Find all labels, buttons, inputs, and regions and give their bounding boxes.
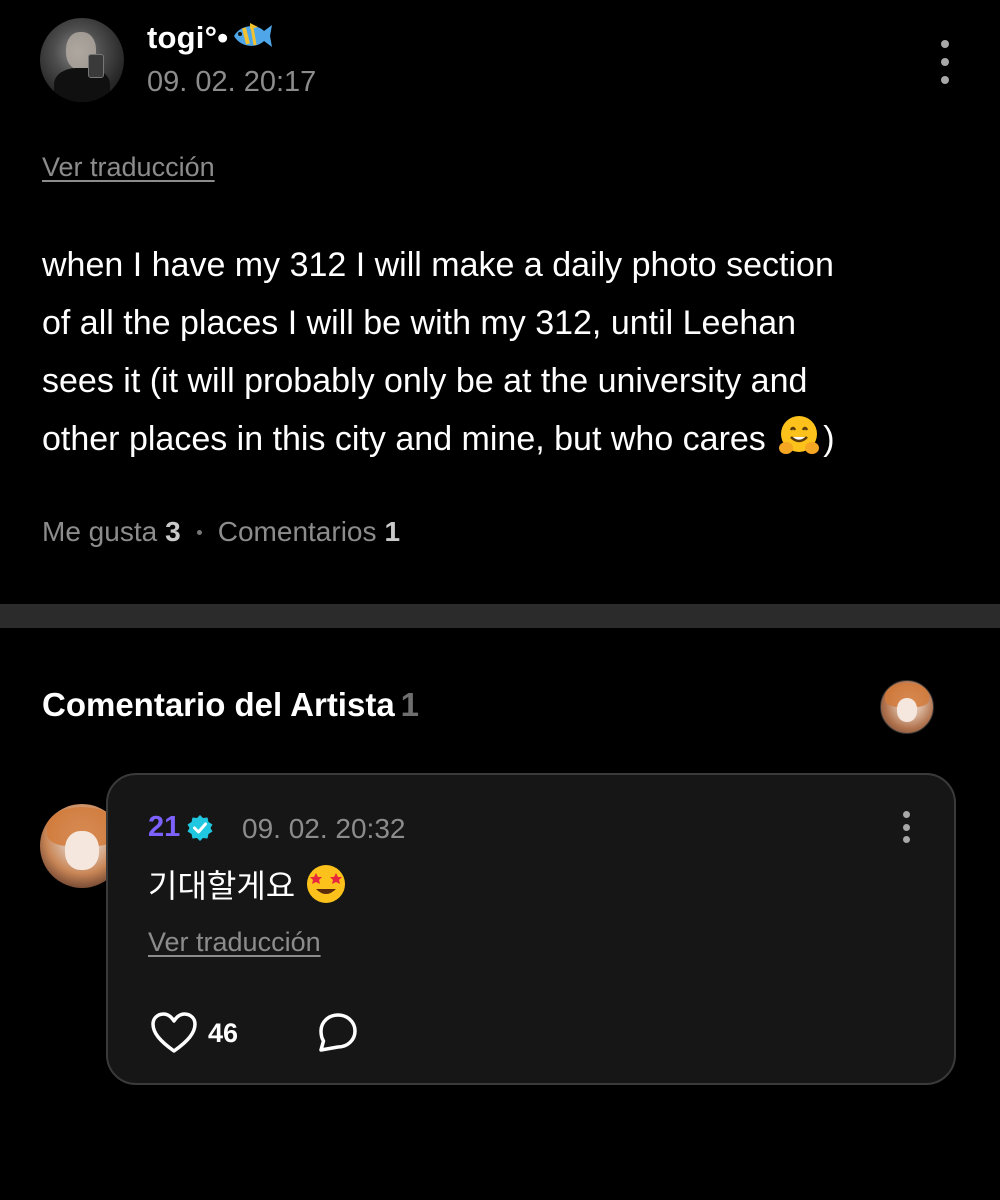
post-body-line: of all the places I will be with my 312,…: [42, 304, 797, 342]
avatar-face: [896, 697, 918, 722]
like-count: 46: [208, 1017, 239, 1048]
fan-post: togi°• 09. 02. 20:17 Ver traducción when…: [0, 0, 1000, 604]
post-more-options-icon[interactable]: [933, 40, 957, 84]
post-author-avatar[interactable]: [40, 18, 124, 102]
artist-comment-header: Comentario del Artista 1: [42, 686, 419, 724]
star-struck-emoji: [307, 865, 346, 903]
comment-translate-link[interactable]: Ver traducción: [148, 927, 321, 958]
post-stats: Me gusta 3 Comentarios 1: [42, 516, 400, 548]
post-author-name-text: togi°•: [147, 20, 229, 55]
likes-label[interactable]: Me gusta: [42, 516, 157, 548]
verified-badge-icon: [187, 814, 213, 841]
comment-text: 기대할게요: [148, 861, 347, 907]
heart-outline-icon: [151, 1012, 197, 1053]
comment-bubble-icon: [319, 1013, 357, 1052]
comment-more-options-icon[interactable]: [894, 811, 918, 843]
hugging-face-emoji: [779, 416, 820, 454]
post-body-line: when I have my 312 I will make a daily p…: [42, 246, 834, 284]
stats-separator-dot: [196, 529, 202, 535]
comments-label[interactable]: Comentarios: [218, 516, 377, 548]
avatar-face: [65, 830, 99, 870]
artist-header-avatar[interactable]: [880, 680, 934, 734]
avatar-phone: [88, 54, 104, 78]
likes-count: 3: [165, 516, 181, 547]
post-body-line-last: other places in this city and mine, but …: [42, 410, 972, 468]
tropical-fish-icon: [234, 23, 273, 47]
comments-count: 1: [384, 516, 401, 547]
post-body-text: when I have my 312 I will make a daily p…: [42, 236, 972, 468]
post-author-name[interactable]: togi°•: [147, 20, 274, 56]
like-button[interactable]: 46: [150, 1011, 238, 1055]
comment-actions: 46: [150, 1011, 360, 1055]
section-divider: [0, 604, 1000, 628]
comment-author[interactable]: 21: [148, 811, 214, 844]
artist-comment-title: Comentario del Artista: [42, 686, 395, 723]
comment-timestamp: 09. 02. 20:32: [242, 813, 406, 844]
comment-author-name: 21: [148, 811, 181, 843]
post-body-line-text: other places in this city and mine, but …: [42, 420, 766, 458]
post-body-close-paren: ): [823, 420, 835, 458]
post-body-line: sees it (it will probably only be at the…: [42, 362, 808, 400]
reply-button[interactable]: [316, 1011, 360, 1055]
post-translate-link[interactable]: Ver traducción: [42, 152, 215, 183]
artist-comment-card: 21 09. 02. 20:32 기대할게요 Ver traducción 46: [106, 773, 956, 1085]
comment-text-content: 기대할게요: [148, 868, 296, 904]
post-timestamp: 09. 02. 20:17: [147, 66, 317, 98]
artist-comment-count: 1: [400, 686, 420, 723]
